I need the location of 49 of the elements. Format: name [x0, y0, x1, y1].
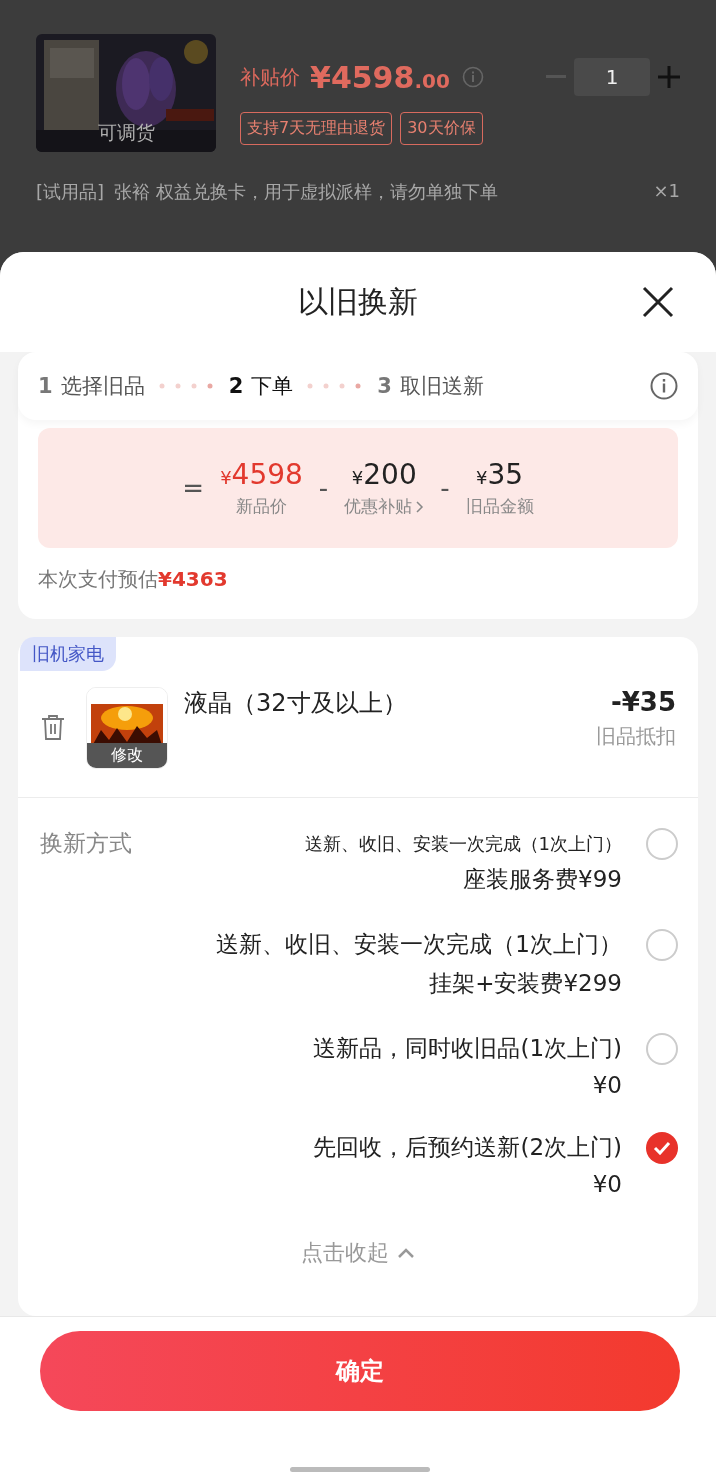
stock-label: 可调货	[96, 120, 156, 145]
chevron-up-icon	[397, 1247, 415, 1259]
step-tab[interactable]: 2 下单	[228, 372, 294, 400]
option-title: 送新品，同时收旧品(1次上门)	[312, 1034, 622, 1063]
dots-icon	[158, 383, 215, 389]
gift-tag: [试用品]	[36, 180, 105, 204]
step-tab[interactable]: 1 选择旧品	[38, 372, 145, 400]
price: ¥4598.00	[310, 59, 450, 95]
minus-sign: -	[318, 473, 329, 503]
radio-button[interactable]	[646, 1033, 678, 1065]
edit-button[interactable]: 修改	[87, 743, 167, 768]
amount-label: 旧品金额	[465, 495, 534, 518]
category-tag: 旧机家电	[20, 637, 116, 671]
service-tag: 支持7天无理由退货	[240, 112, 393, 145]
gift-name: 张裕 权益兑换卡，用于虚拟派样，请勿单独下单	[114, 180, 498, 204]
option-price: ¥0	[591, 1171, 622, 1197]
confirm-button[interactable]: 确定	[40, 1331, 680, 1411]
option-price: 挂架+安装费¥299	[428, 969, 622, 998]
option-price: 座装服务费¥99	[462, 865, 622, 894]
step-tab[interactable]: 3 取旧送新	[377, 372, 484, 400]
radio-button[interactable]	[646, 1132, 678, 1164]
minus-sign: -	[440, 473, 450, 503]
item-name: 液晶（32寸及以上）	[184, 688, 408, 719]
info-icon[interactable]	[650, 372, 678, 400]
gift-count: ×1	[653, 180, 680, 203]
amount: ¥4598	[220, 458, 303, 491]
trash-icon[interactable]	[40, 713, 66, 741]
deduction-label: 旧品抵扣	[596, 723, 676, 750]
service-tag: 30天价保	[400, 112, 483, 145]
option-title: 送新、收旧、安装一次完成（1次上门）	[215, 930, 622, 959]
radio-button[interactable]	[646, 929, 678, 961]
sheet-title: 以旧换新	[298, 282, 418, 321]
chevron-right-icon	[416, 500, 425, 513]
quantity-field[interactable]: 1	[574, 58, 650, 96]
deduction-amount: -¥35	[609, 687, 676, 717]
option-title: 送新、收旧、安装一次完成（1次上门）	[303, 832, 622, 856]
amount: ¥200	[351, 458, 417, 491]
check-icon	[653, 1141, 671, 1155]
radio-button[interactable]	[646, 828, 678, 860]
method-label: 换新方式	[40, 829, 132, 858]
close-button[interactable]	[640, 284, 676, 320]
option-title: 先回收，后预约送新(2次上门)	[312, 1133, 622, 1162]
amount-label: 新品价	[236, 495, 287, 518]
amount: ¥35	[476, 458, 524, 491]
equals-sign: =	[182, 473, 205, 503]
plus-icon[interactable]	[658, 66, 680, 88]
option-price: ¥0	[591, 1072, 622, 1098]
price-label: 补贴价	[240, 63, 300, 91]
payment-estimate: 本次支付预估¥4363	[37, 566, 229, 593]
